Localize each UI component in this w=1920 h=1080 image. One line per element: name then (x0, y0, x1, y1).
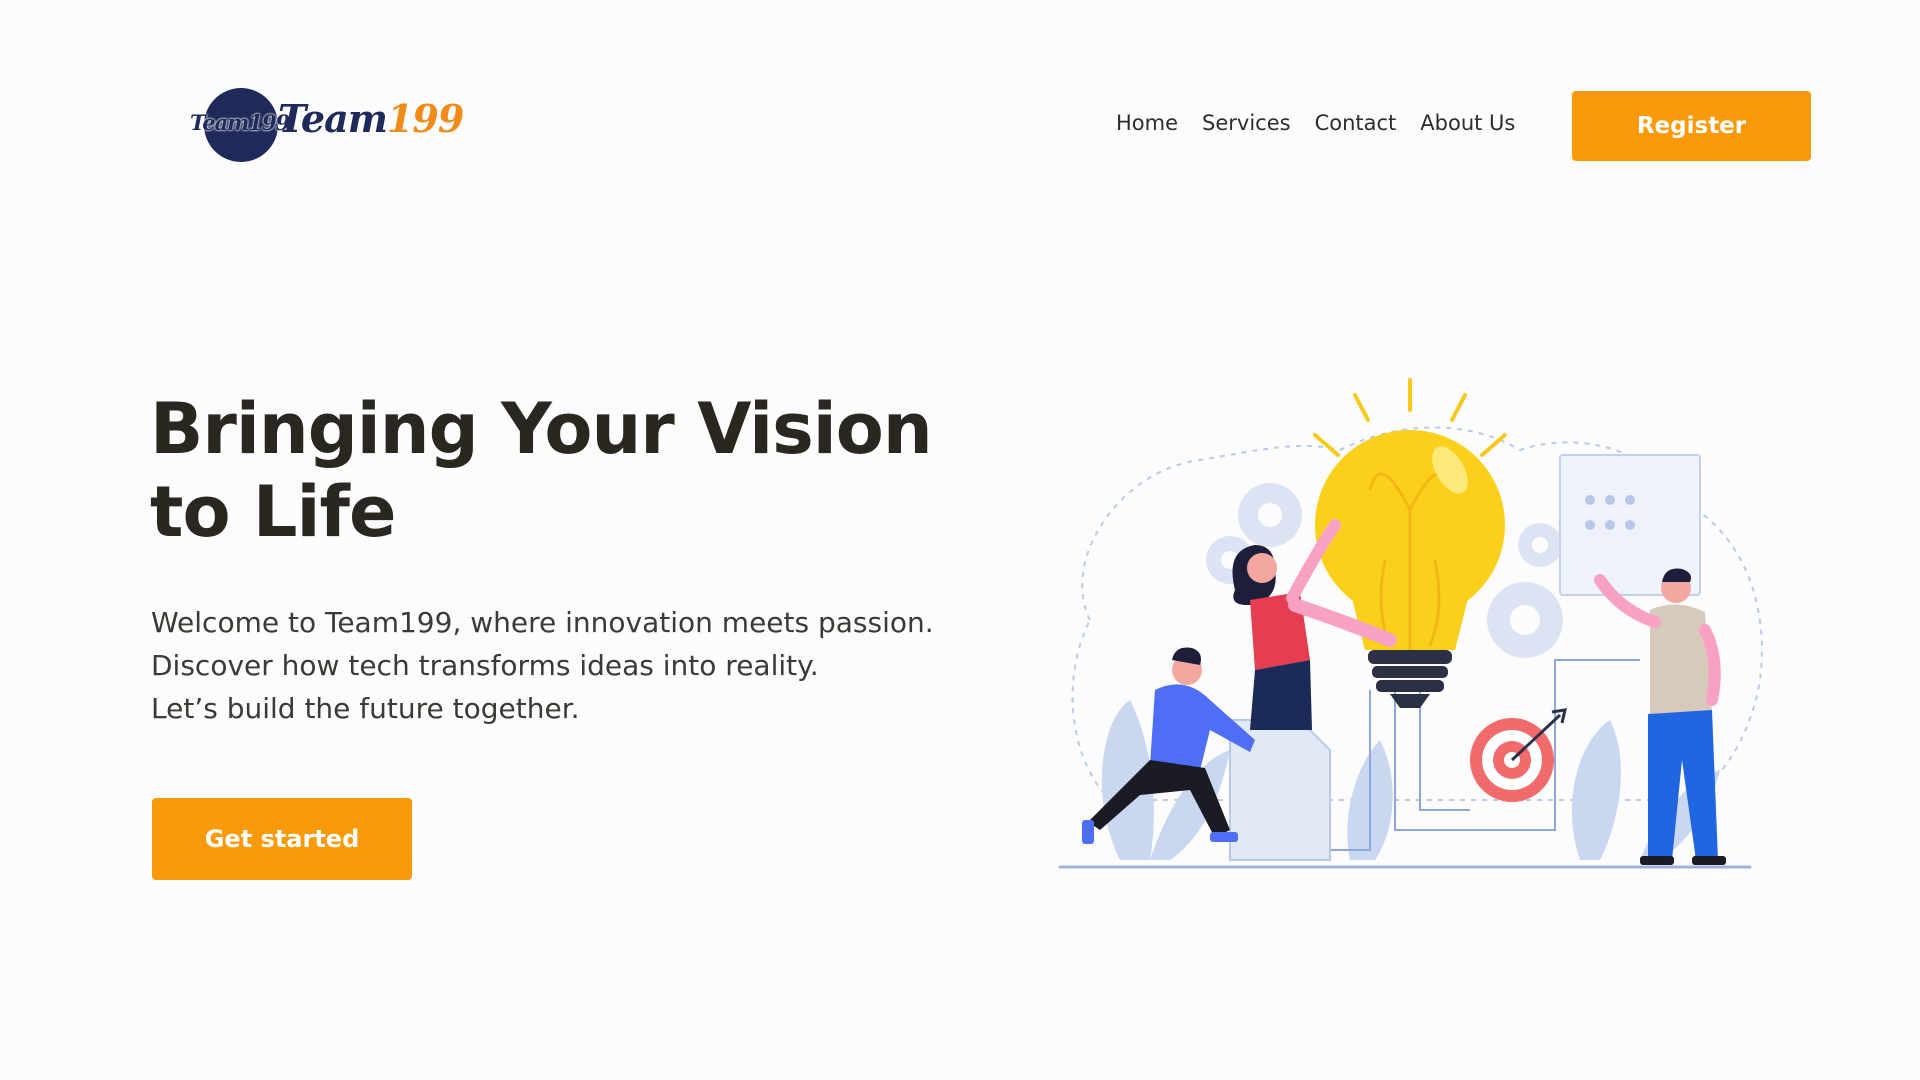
hero-description: Welcome to Team199, where innovation mee… (151, 601, 1051, 730)
hero-description-line: Let’s build the future together. (151, 692, 580, 725)
hero-illustration (1058, 378, 1763, 869)
site-logo[interactable]: Team199 CHOOSE WISELY Team199 (188, 86, 464, 168)
nav-home-link[interactable]: Home (1116, 111, 1178, 135)
logo-wordmark-word: Team (278, 96, 388, 141)
main-nav: Home Services Contact About Us (1116, 111, 1515, 135)
nav-about-link[interactable]: About Us (1420, 111, 1515, 135)
logo-wordmark-number: 199 (386, 96, 464, 141)
person-standing (1594, 568, 1726, 865)
nav-contact-link[interactable]: Contact (1315, 111, 1397, 135)
get-started-button[interactable]: Get started (152, 798, 412, 880)
nav-services-link[interactable]: Services (1202, 111, 1291, 135)
logo-wordmark: Team199 (278, 96, 464, 141)
logo-small-text: Team199 (190, 110, 290, 135)
logo-tagline: CHOOSE WISELY (208, 136, 261, 143)
hero-description-line: Discover how tech transforms ideas into … (151, 649, 819, 682)
lightbulb-icon (1313, 378, 1507, 708)
register-button[interactable]: Register (1572, 91, 1811, 161)
hero-description-line: Welcome to Team199, where innovation mee… (151, 606, 934, 639)
target-icon (1470, 708, 1567, 802)
hero-title: Bringing Your Vision to Life (150, 388, 933, 553)
